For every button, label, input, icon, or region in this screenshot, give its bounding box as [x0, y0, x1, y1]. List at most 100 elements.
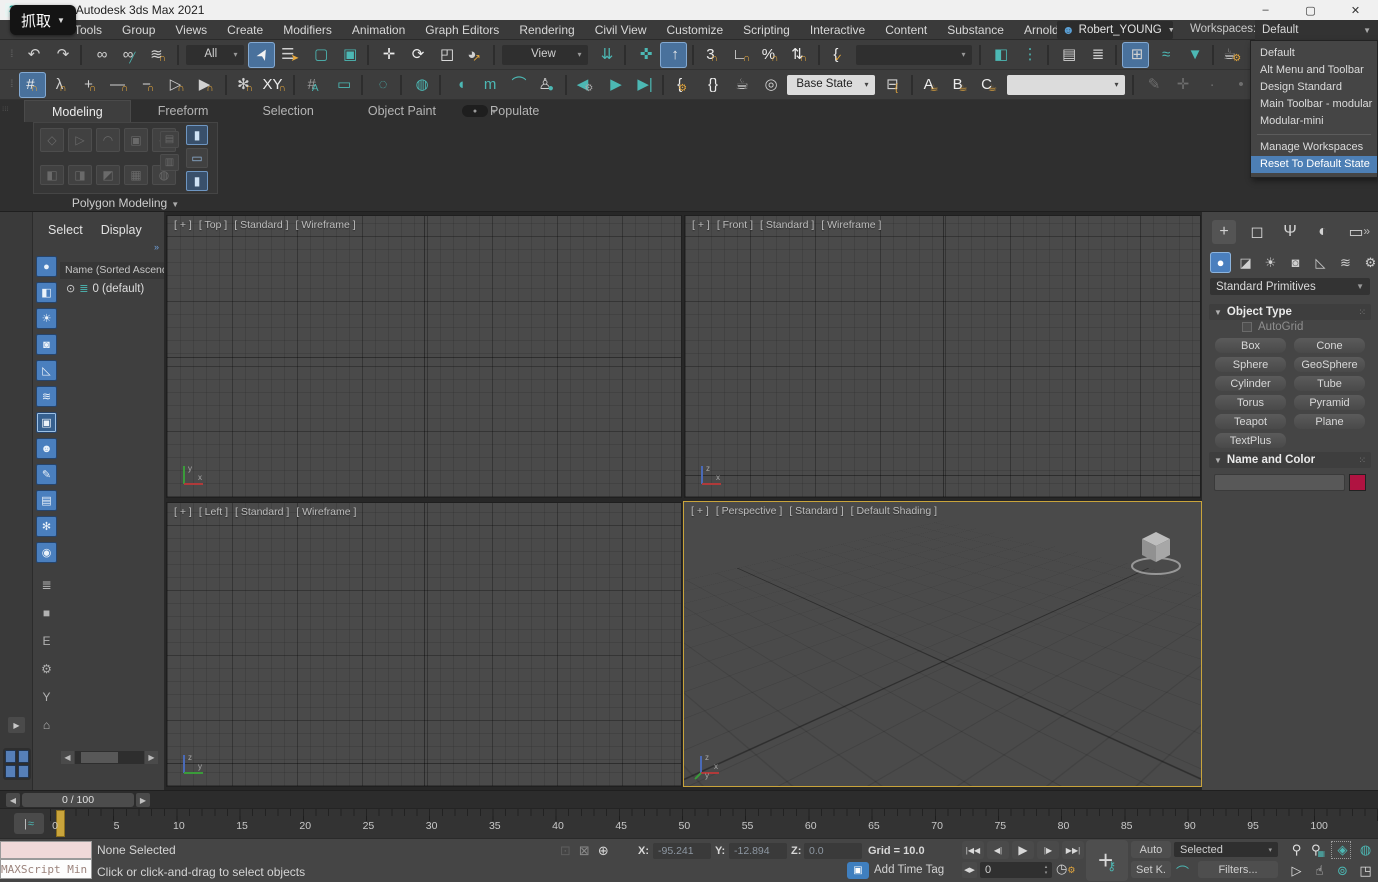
- category-helpers-icon[interactable]: ◺: [1310, 252, 1331, 273]
- vertex-mode-icon[interactable]: ◇: [40, 128, 64, 152]
- category-shapes-icon[interactable]: ◪: [1235, 252, 1256, 273]
- display-helpers-icon[interactable]: ◺: [36, 360, 57, 381]
- display-lights-icon[interactable]: ☀: [36, 308, 57, 329]
- selection-lock-toggle-icon[interactable]: ⊠: [579, 843, 590, 859]
- scene-state-prev-icon[interactable]: ◀ ⚙: [572, 72, 599, 98]
- viewport-label-segment[interactable]: [ + ]: [692, 219, 710, 231]
- viewport-perspective[interactable]: [ + ][ Perspective ][ Standard ][ Defaul…: [683, 501, 1202, 787]
- snap-edge-icon[interactable]: — ∩: [106, 72, 133, 98]
- auto-key-button[interactable]: Auto: [1131, 841, 1171, 858]
- workspace-menu-item[interactable]: Manage Workspaces: [1251, 139, 1377, 156]
- workspace-menu-item[interactable]: Modular-mini: [1251, 113, 1377, 130]
- autogrid-checkbox[interactable]: [1242, 322, 1252, 332]
- select-by-name-icon[interactable]: ☰ ➤: [277, 42, 304, 68]
- previous-frame-arrow[interactable]: ◀: [6, 793, 20, 807]
- snap-face-icon[interactable]: ▶ ∩: [193, 72, 220, 98]
- render-preset-a-icon[interactable]: A ☕: [918, 72, 945, 98]
- menu-item[interactable]: Graph Editors: [415, 20, 509, 40]
- ribbon-tool-icon[interactable]: ◩: [96, 165, 120, 185]
- menu-item[interactable]: Views: [165, 20, 217, 40]
- next-frame-button[interactable]: |▶: [1037, 841, 1059, 859]
- expand-panel-button[interactable]: ▶: [8, 717, 25, 733]
- pan-icon[interactable]: ☝: [1307, 861, 1329, 881]
- curve-editor-icon[interactable]: ≈: [1151, 42, 1178, 68]
- state-sets-icon[interactable]: { ⚙: [669, 72, 696, 98]
- time-configuration-icon[interactable]: ◷⚙: [1056, 861, 1075, 877]
- rectangular-selection-region-icon[interactable]: ▢: [306, 42, 333, 68]
- ribbon-tab[interactable]: Selection: [235, 100, 340, 122]
- paint-crosshair-icon[interactable]: ✛: [1168, 72, 1195, 98]
- display-shapes-icon[interactable]: ◧: [36, 282, 57, 303]
- state-ring-icon[interactable]: ◎: [756, 72, 783, 98]
- menu-item[interactable]: Civil View: [585, 20, 657, 40]
- add-time-tag[interactable]: Add Time Tag: [874, 864, 944, 876]
- viewport-left[interactable]: [ + ][ Left ][ Standard ][ Wireframe ] z…: [166, 502, 682, 787]
- render-preset-select[interactable]: ▾: [1007, 75, 1125, 95]
- primitive-button[interactable]: Tube: [1294, 376, 1365, 391]
- scrollbar-thumb[interactable]: [81, 752, 119, 763]
- set-keys-button[interactable]: + ⚷: [1086, 840, 1128, 881]
- workspace-menu-item[interactable]: Default: [1251, 45, 1377, 62]
- selection-filter-select[interactable]: All ▾: [186, 45, 244, 65]
- transform-coordinates-icon[interactable]: ⊕: [598, 843, 609, 859]
- open-mini-curve-editor-button[interactable]: | ≈: [14, 813, 44, 834]
- workspace-menu-item[interactable]: Main Toolbar - modular: [1251, 96, 1377, 113]
- scene-state-play-icon[interactable]: ▶: [601, 72, 628, 98]
- snap-segment-icon[interactable]: − ∩: [135, 72, 162, 98]
- container-icon[interactable]: ⌂: [36, 714, 57, 735]
- snap-toggle-3d-icon[interactable]: 3 ∩: [699, 42, 726, 68]
- redo-icon[interactable]: ↷: [48, 42, 75, 68]
- snap-face-outline-icon[interactable]: ▷ ∩: [164, 72, 191, 98]
- category-geometry-icon[interactable]: ●: [1210, 252, 1231, 273]
- biped-icon[interactable]: ♙ ●: [533, 72, 560, 98]
- viewport-label-segment[interactable]: [ Wireframe ]: [296, 506, 356, 518]
- paint-brush-icon[interactable]: ✎: [1139, 72, 1166, 98]
- viewport-layout-tabs-button[interactable]: [3, 748, 31, 780]
- menu-item[interactable]: Animation: [342, 20, 415, 40]
- shapes-tool-icon[interactable]: ◖: [446, 72, 473, 98]
- menu-item[interactable]: Interactive: [800, 20, 875, 40]
- filters-button[interactable]: Filters...: [1198, 861, 1278, 878]
- frame-spinner[interactable]: ▴ ▾: [1041, 862, 1051, 878]
- x-coordinate-field[interactable]: -95.241: [653, 843, 711, 859]
- toolbar-grip[interactable]: ⁞⁞: [10, 79, 12, 90]
- ribbon-tool-icon[interactable]: ▦: [124, 165, 148, 185]
- select-and-place-icon[interactable]: ◕ ↗: [461, 42, 488, 68]
- primitive-button[interactable]: Sphere: [1215, 357, 1286, 372]
- viewport-label-segment[interactable]: [ + ]: [174, 506, 192, 518]
- explorer-menu-item[interactable]: Select: [48, 223, 83, 237]
- time-slider-handle[interactable]: 0 / 100: [22, 793, 134, 807]
- primitive-button[interactable]: Cone: [1294, 338, 1365, 353]
- select-and-rotate-icon[interactable]: ⟳: [403, 42, 430, 68]
- scroll-right-icon[interactable]: ▶: [145, 751, 158, 764]
- ribbon-tool-icon[interactable]: ◧: [40, 165, 64, 185]
- set-key-button[interactable]: Set K.: [1131, 861, 1171, 878]
- ribbon-grip[interactable]: ⁞⁞⁞⁞⁞⁞⁞⁞⁞⁞⁞⁞⁞⁞⁞⁞: [2, 106, 8, 206]
- tab-modify-icon[interactable]: ◻: [1245, 220, 1269, 244]
- soft-selection-icon[interactable]: ◌: [368, 72, 395, 98]
- bind-to-space-warp-icon[interactable]: ≋ ∩: [145, 42, 172, 68]
- category-lights-icon[interactable]: ☀: [1260, 252, 1281, 273]
- viewport-label-segment[interactable]: [ Left ]: [199, 506, 228, 518]
- tweak-mode-icon[interactable]: ▮: [186, 171, 208, 191]
- close-button[interactable]: ✕: [1333, 0, 1378, 20]
- category-space-warps-icon[interactable]: ≋: [1335, 252, 1356, 273]
- primitive-button[interactable]: Plane: [1294, 414, 1365, 429]
- select-and-move-icon[interactable]: ✛: [374, 42, 401, 68]
- toolbar-grip[interactable]: ⁞⁞: [10, 49, 12, 60]
- ribbon-tool-icon[interactable]: ▭: [186, 148, 208, 168]
- brush-size-small-icon[interactable]: ·: [1197, 72, 1224, 98]
- axis-constraints-icon[interactable]: XY ∩: [261, 72, 288, 98]
- viewport-top[interactable]: [ + ][ Top ][ Standard ][ Wireframe ] y …: [166, 215, 682, 498]
- state-teapot-icon[interactable]: ☕: [727, 72, 754, 98]
- spinner-snap-icon[interactable]: ⇅ ∩: [786, 42, 813, 68]
- snaps-toggle-icon[interactable]: # ∩: [19, 72, 46, 98]
- viewport-label-segment[interactable]: [ Default Shading ]: [851, 505, 937, 517]
- bone-tool-icon[interactable]: ⌒: [504, 72, 531, 98]
- explorer-edit-icon[interactable]: E: [36, 630, 57, 651]
- rollout-pin-icon[interactable]: ⁙: [1358, 455, 1366, 466]
- snap-point-icon[interactable]: + ∩: [77, 72, 104, 98]
- select-and-scale-icon[interactable]: ◰: [432, 42, 459, 68]
- angle-snap-icon[interactable]: ∟ ∩: [728, 42, 755, 68]
- explorer-block-icon[interactable]: ■: [36, 602, 57, 623]
